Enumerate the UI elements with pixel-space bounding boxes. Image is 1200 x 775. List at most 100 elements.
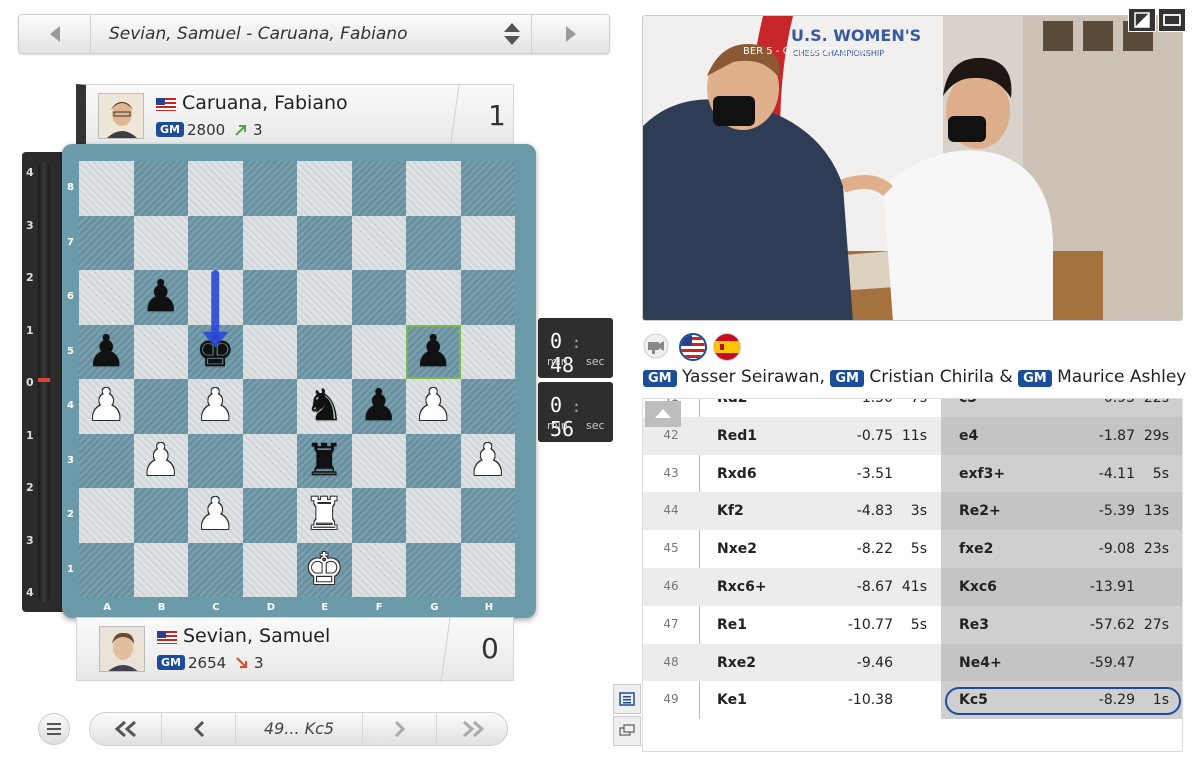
square-d2[interactable]: [242, 488, 297, 543]
next-move-button[interactable]: [362, 713, 436, 745]
black-move[interactable]: exf3+: [959, 466, 1049, 482]
white-move[interactable]: Re1: [717, 617, 807, 633]
square-d4[interactable]: [242, 379, 297, 434]
spanish-language-button[interactable]: [713, 333, 741, 361]
square-b5[interactable]: [133, 324, 188, 379]
square-b8[interactable]: [133, 161, 188, 216]
square-d3[interactable]: [242, 433, 297, 488]
square-b2[interactable]: [133, 488, 188, 543]
black-king-piece[interactable]: ♚: [188, 325, 243, 380]
black-move[interactable]: e4: [959, 428, 1049, 444]
white-pawn-piece[interactable]: ♟: [134, 434, 189, 489]
chat-view-button[interactable]: [613, 716, 641, 746]
menu-button[interactable]: [38, 713, 70, 745]
square-c3[interactable]: [188, 433, 243, 488]
white-rook-piece[interactable]: ♜: [297, 488, 352, 543]
square-a7[interactable]: [79, 215, 134, 270]
square-g1[interactable]: [406, 542, 461, 597]
white-move[interactable]: Rxe2: [717, 655, 807, 671]
square-b7[interactable]: [133, 215, 188, 270]
sort-icon[interactable]: [503, 22, 521, 50]
square-e8[interactable]: [297, 161, 352, 216]
prev-game-button[interactable]: [19, 15, 91, 53]
next-game-button[interactable]: [531, 15, 609, 53]
game-selector[interactable]: Sevian, Samuel - Caruana, Fabiano: [18, 14, 610, 54]
white-pawn-piece[interactable]: ♟: [79, 379, 134, 434]
white-move[interactable]: Rxc6+: [717, 579, 807, 595]
square-a1[interactable]: [79, 542, 134, 597]
white-pawn-piece[interactable]: ♟: [461, 434, 516, 489]
square-f6[interactable]: [351, 270, 406, 325]
english-language-button[interactable]: [679, 333, 707, 361]
square-h4[interactable]: [460, 379, 515, 434]
theater-mode-button[interactable]: [1158, 8, 1186, 32]
square-e6[interactable]: [297, 270, 352, 325]
scroll-up-button[interactable]: [645, 401, 681, 427]
square-f3[interactable]: [351, 433, 406, 488]
chess-board[interactable]: ♟ ♟ ♚ ♟ ♞ ♟ ♜ ♟ ♟ ♟ ♟ ♟ ♟ ♜ ♚: [79, 161, 515, 597]
square-d5[interactable]: [242, 324, 297, 379]
square-h6[interactable]: [460, 270, 515, 325]
white-move[interactable]: Kf2: [717, 503, 807, 519]
square-e7[interactable]: [297, 215, 352, 270]
square-c1[interactable]: [188, 542, 243, 597]
square-d1[interactable]: [242, 542, 297, 597]
square-g2[interactable]: [406, 488, 461, 543]
camera-icon[interactable]: [643, 333, 669, 359]
square-f5[interactable]: [351, 324, 406, 379]
square-h7[interactable]: [460, 215, 515, 270]
black-move[interactable]: Ne4+: [959, 655, 1049, 671]
square-c8[interactable]: [188, 161, 243, 216]
white-move[interactable]: Rxd6: [717, 466, 807, 482]
previous-move-button[interactable]: [162, 713, 236, 745]
square-f1[interactable]: [351, 542, 406, 597]
square-a8[interactable]: [79, 161, 134, 216]
square-b4[interactable]: [133, 379, 188, 434]
notation-view-button[interactable]: [613, 684, 641, 714]
black-pawn-piece[interactable]: ♟: [406, 325, 461, 380]
square-f8[interactable]: [351, 161, 406, 216]
white-move[interactable]: Red1: [717, 428, 807, 444]
square-h1[interactable]: [460, 542, 515, 597]
black-move[interactable]: Kxc6: [959, 579, 1049, 595]
square-e5[interactable]: [297, 324, 352, 379]
black-rook-piece[interactable]: ♜: [297, 434, 352, 489]
square-a3[interactable]: [79, 433, 134, 488]
square-g7[interactable]: [406, 215, 461, 270]
black-move[interactable]: c5: [959, 399, 1049, 406]
square-c6[interactable]: [188, 270, 243, 325]
square-g6[interactable]: [406, 270, 461, 325]
square-g8[interactable]: [406, 161, 461, 216]
black-pawn-piece[interactable]: ♟: [79, 325, 134, 380]
white-pawn-piece[interactable]: ♟: [188, 488, 243, 543]
square-d7[interactable]: [242, 215, 297, 270]
square-h8[interactable]: [460, 161, 515, 216]
square-f7[interactable]: [351, 215, 406, 270]
black-pawn-piece[interactable]: ♟: [134, 270, 189, 325]
white-pawn-piece[interactable]: ♟: [188, 379, 243, 434]
white-move[interactable]: Nxe2: [717, 541, 807, 557]
square-f2[interactable]: [351, 488, 406, 543]
black-pawn-piece[interactable]: ♟: [352, 379, 407, 434]
square-h5[interactable]: [460, 324, 515, 379]
square-d6[interactable]: [242, 270, 297, 325]
first-move-button[interactable]: [90, 713, 162, 745]
white-king-piece[interactable]: ♚: [297, 543, 352, 598]
last-move-button[interactable]: [436, 713, 508, 745]
black-move[interactable]: Re3: [959, 617, 1049, 633]
white-move[interactable]: Ke1: [717, 692, 807, 708]
white-pawn-piece[interactable]: ♟: [406, 379, 461, 434]
white-move[interactable]: Rd2: [717, 399, 807, 406]
square-b1[interactable]: [133, 542, 188, 597]
square-a2[interactable]: [79, 488, 134, 543]
broadcast-video[interactable]: U.S. WOMEN'S CHESS CHAMPIONSHIP BER 5 - …: [642, 15, 1183, 321]
square-a6[interactable]: [79, 270, 134, 325]
black-knight-piece[interactable]: ♞: [297, 379, 352, 434]
black-move[interactable]: Re2+: [959, 503, 1049, 519]
black-move[interactable]: fxe2: [959, 541, 1049, 557]
square-c7[interactable]: [188, 215, 243, 270]
popout-video-button[interactable]: [1128, 8, 1156, 32]
square-d8[interactable]: [242, 161, 297, 216]
square-g3[interactable]: [406, 433, 461, 488]
square-h2[interactable]: [460, 488, 515, 543]
